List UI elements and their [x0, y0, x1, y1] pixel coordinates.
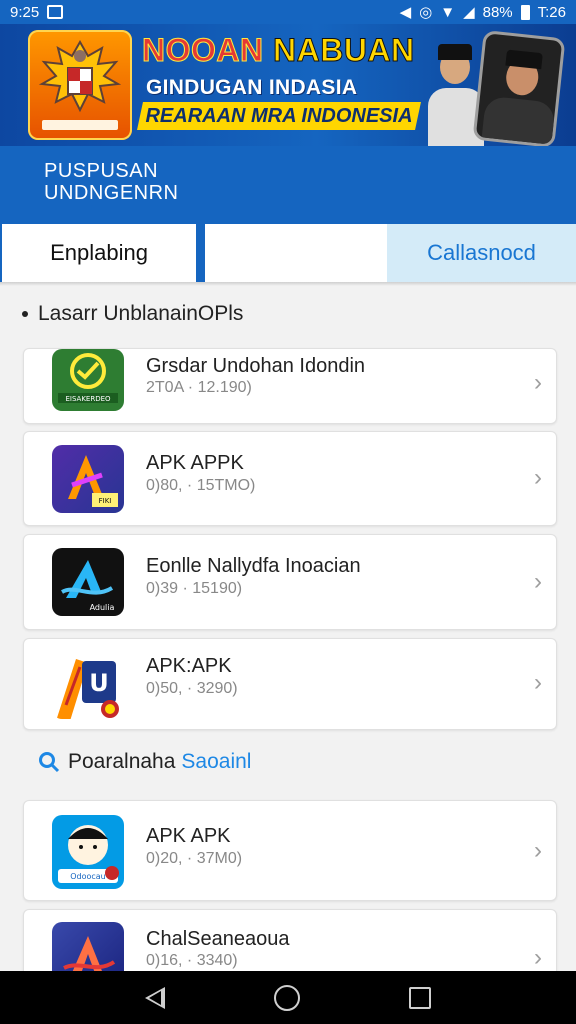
home-icon[interactable]	[273, 984, 300, 1011]
section-heading-2: Poaralnaha Saoainl	[38, 750, 251, 774]
status-time-left: 9:25	[10, 3, 40, 21]
battery-percent: 88%	[482, 3, 513, 21]
mute-icon: ◀	[399, 4, 412, 21]
chevron-right-icon: ›	[534, 568, 542, 595]
back-icon[interactable]	[144, 986, 165, 1009]
svg-text:FIKI: FIKI	[99, 497, 112, 505]
app-name: Eonlle Nallydfa Inoacian	[146, 555, 361, 577]
notification-icon	[47, 5, 64, 19]
list-item[interactable]: U APK:APK 0)50, · 3290) ›	[23, 638, 557, 730]
svg-text:Adulia: Adulia	[90, 603, 115, 612]
emblem-ribbon	[42, 120, 118, 130]
list-item[interactable]: Odoocau APK APK 0)20, · 37M0) ›	[23, 800, 557, 901]
app-name: APK APPK	[146, 452, 244, 474]
chevron-right-icon: ›	[534, 837, 542, 864]
bullet-icon	[22, 311, 28, 317]
page-title: PUSPUSAN UNDNGENRN	[44, 160, 179, 204]
list-item[interactable]: Adulia Eonlle Nallydfa Inoacian 0)39 · 1…	[23, 534, 557, 630]
garuda-emblem-logo	[28, 30, 132, 140]
banner-title: NOOAN NABUAN	[142, 32, 415, 69]
list-item[interactable]: EISAKERDEO Grsdar Undohan Idondin 2T0A ·…	[23, 348, 557, 424]
chevron-right-icon: ›	[534, 369, 542, 396]
app-icon: FIKI	[52, 445, 124, 513]
list-item[interactable]: FIKI APK APPK 0)80, · 15TMO) ›	[23, 431, 557, 526]
app-name: Grsdar Undohan Idondin	[146, 355, 366, 377]
status-bar: 9:25 ◀ ◎ ▼ ◢ 88% T:26	[0, 0, 576, 24]
app-icon: Odoocau	[52, 815, 124, 889]
system-nav-bar	[0, 971, 576, 1024]
section-title-2: Poaralnaha	[68, 750, 176, 773]
banner-tagline: REARAAN MRA INDONESIA	[137, 102, 421, 130]
battery-icon	[520, 4, 530, 20]
signal-icon: ◢	[463, 4, 475, 21]
app-meta: 2T0A · 12.190)	[146, 379, 252, 396]
app-name: ChalSeaneaoua	[146, 928, 290, 950]
search-link[interactable]: Saoainl	[181, 750, 251, 774]
app-meta: 0)80, · 15TMO)	[146, 477, 256, 494]
svg-text:EISAKERDEO: EISAKERDEO	[65, 395, 111, 403]
app-meta: 0)50, · 3290)	[146, 680, 238, 697]
section-heading-1: Lasarr UnblanainOPls	[22, 302, 243, 326]
page-header: PUSPUSAN UNDNGENRN	[0, 146, 576, 224]
banner-subtitle: GINDUGAN INDASIA	[146, 76, 358, 99]
status-time-right: T:26	[537, 3, 566, 21]
chevron-right-icon: ›	[534, 669, 542, 696]
app-name: APK:APK	[146, 655, 232, 677]
list-item[interactable]: ChalSeaneaoua 0)16, · 3340) ›	[23, 909, 557, 979]
app-icon: U	[52, 651, 124, 719]
app-icon: EISAKERDEO	[52, 349, 124, 411]
tab-divider	[196, 224, 205, 284]
svg-text:Odoocau: Odoocau	[70, 872, 106, 881]
app-meta: 0)16, · 3340)	[146, 952, 238, 969]
app-meta: 0)39 · 15190)	[146, 580, 243, 597]
chevron-right-icon: ›	[534, 944, 542, 971]
tab-callasnocd[interactable]: Callasnocd	[387, 224, 576, 282]
section-title-1: Lasarr UnblanainOPls	[38, 302, 244, 325]
tabs-shadow	[0, 282, 576, 286]
phone-illustration	[472, 30, 566, 146]
app-icon: Adulia	[52, 548, 124, 616]
search-icon[interactable]	[38, 751, 60, 773]
wifi-icon: ▼	[440, 3, 456, 21]
app-meta: 0)20, · 37M0)	[146, 850, 243, 867]
alarm-icon: ◎	[419, 4, 433, 21]
svg-text:U: U	[89, 669, 109, 697]
tab-bar: Enplabing Callasnocd	[0, 224, 576, 284]
recent-apps-icon[interactable]	[409, 986, 432, 1009]
tab-blank[interactable]	[205, 224, 387, 282]
promo-banner[interactable]: NOOAN NABUAN GINDUGAN INDASIA REARAAN MR…	[0, 24, 576, 146]
tab-enplabing[interactable]: Enplabing	[2, 224, 196, 282]
chevron-right-icon: ›	[534, 464, 542, 491]
app-name: APK APK	[146, 825, 231, 847]
